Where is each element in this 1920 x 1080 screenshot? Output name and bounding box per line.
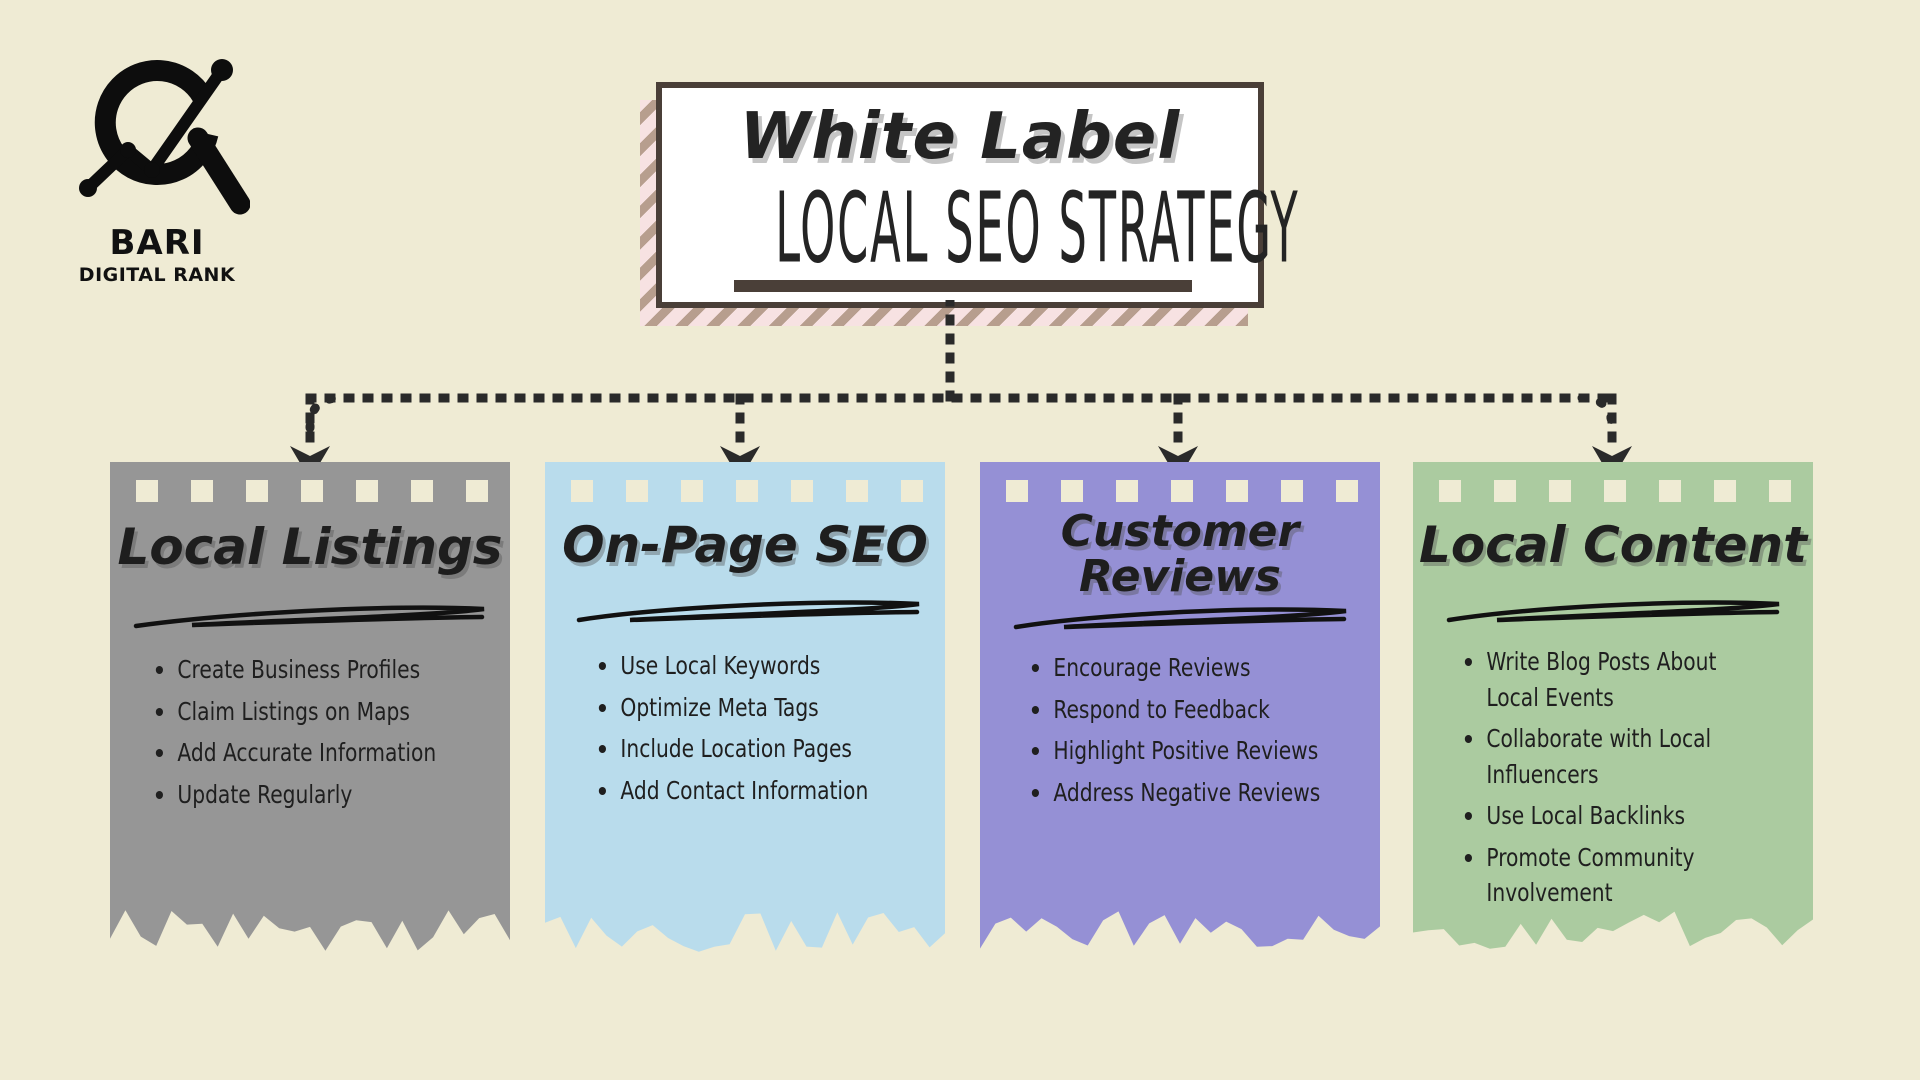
logo-tagline: DIGITAL RANK: [78, 264, 236, 286]
card-local-content[interactable]: Local Content Write Blog Posts About Loc…: [1413, 462, 1813, 972]
card-bullet-list: Create Business Profiles Claim Listings o…: [154, 652, 494, 818]
card-bullet-list: Use Local Keywords Optimize Meta Tags Incl…: [597, 648, 937, 814]
bullet-item: Respond to Feedback: [1030, 692, 1336, 728]
title-line-1: White Label: [739, 100, 1181, 174]
perforation: [466, 480, 488, 502]
perforation: [1549, 480, 1571, 502]
perforation: [1006, 480, 1028, 502]
card-perforations: [1006, 480, 1358, 502]
bullet-item: Promote Community Involvement: [1463, 840, 1769, 911]
card-title-underline-swoosh: [575, 596, 925, 634]
perforation: [1281, 480, 1303, 502]
card-on-page-seo[interactable]: On-Page SEO Use Local Keywords Optimize M…: [545, 462, 945, 972]
perforation: [191, 480, 213, 502]
bullet-item: Collaborate with Local Influencers: [1463, 721, 1769, 792]
bullet-item: Add Accurate Information: [154, 735, 460, 771]
bullet-item: Claim Listings on Maps: [154, 694, 460, 730]
bullet-item: Address Negative Reviews: [1030, 775, 1336, 811]
perforation: [356, 480, 378, 502]
bullet-item: Use Local Backlinks: [1463, 798, 1769, 834]
card-perforations: [1439, 480, 1791, 502]
perforation: [681, 480, 703, 502]
perforation: [301, 480, 323, 502]
perforation: [1439, 480, 1461, 502]
magnifying-glass-growth-chart-icon: [70, 38, 251, 218]
title-card: White Label LOCAL SEO STRATEGY: [640, 82, 1298, 326]
perforation: [1769, 480, 1791, 502]
bullet-item: Use Local Keywords: [597, 648, 903, 684]
card-title-underline-swoosh: [132, 600, 492, 638]
perforation: [246, 480, 268, 502]
title-box: White Label LOCAL SEO STRATEGY: [656, 82, 1300, 308]
logo-brand-name: BARI: [109, 223, 205, 263]
bullet-item: Update Regularly: [154, 777, 460, 813]
perforation: [901, 480, 923, 502]
card-bullet-list: Encourage Reviews Respond to Feedback High…: [1030, 650, 1370, 816]
perforation: [1116, 480, 1138, 502]
perforation: [846, 480, 868, 502]
perforation: [1061, 480, 1083, 502]
bullet-item: Add Contact Information: [597, 773, 903, 809]
card-surface: On-Page SEO Use Local Keywords Optimize M…: [545, 462, 945, 972]
card-title: On-Page SEO: [562, 516, 928, 574]
perforation: [1604, 480, 1626, 502]
bullet-item: Write Blog Posts About Local Events: [1463, 644, 1769, 715]
card-customer-reviews[interactable]: Customer Reviews Encourage Reviews Respon…: [980, 462, 1380, 972]
title-line-2: LOCAL SEO STRATEGY: [775, 171, 1300, 285]
card-title: Customer Reviews: [1060, 506, 1300, 602]
card-row: Local Listings Create Business Profiles C…: [0, 462, 1920, 1002]
perforation: [791, 480, 813, 502]
card-title-underline-swoosh: [1445, 596, 1785, 634]
card-perforations: [136, 480, 488, 502]
card-local-listings[interactable]: Local Listings Create Business Profiles C…: [110, 462, 510, 972]
perforation: [1171, 480, 1193, 502]
bullet-item: Optimize Meta Tags: [597, 690, 903, 726]
card-title-underline-swoosh: [1012, 602, 1352, 640]
bullet-item: Encourage Reviews: [1030, 650, 1336, 686]
infographic-canvas: BARI DIGITAL RANK White Label LOCAL SEO …: [0, 0, 1920, 1080]
bullet-item: Highlight Positive Reviews: [1030, 733, 1336, 769]
perforation: [736, 480, 758, 502]
perforation: [411, 480, 433, 502]
brand-logo: BARI DIGITAL RANK: [42, 38, 272, 298]
card-perforations: [571, 480, 923, 502]
bullet-item: Include Location Pages: [597, 731, 903, 767]
card-title: Local Content: [1418, 516, 1808, 574]
card-surface: Local Listings Create Business Profiles C…: [110, 462, 510, 972]
perforation: [1494, 480, 1516, 502]
perforation: [136, 480, 158, 502]
perforation: [1714, 480, 1736, 502]
perforation: [626, 480, 648, 502]
title-underline-bar: [734, 280, 1192, 292]
perforation: [1659, 480, 1681, 502]
card-surface: Local Content Write Blog Posts About Loc…: [1413, 462, 1813, 972]
card-bullet-list: Write Blog Posts About Local Events Colla…: [1463, 644, 1803, 917]
bullet-item: Create Business Profiles: [154, 652, 460, 688]
perforation: [1226, 480, 1248, 502]
perforation: [571, 480, 593, 502]
card-surface: Customer Reviews Encourage Reviews Respon…: [980, 462, 1380, 972]
card-title: Local Listings: [117, 518, 503, 576]
perforation: [1336, 480, 1358, 502]
